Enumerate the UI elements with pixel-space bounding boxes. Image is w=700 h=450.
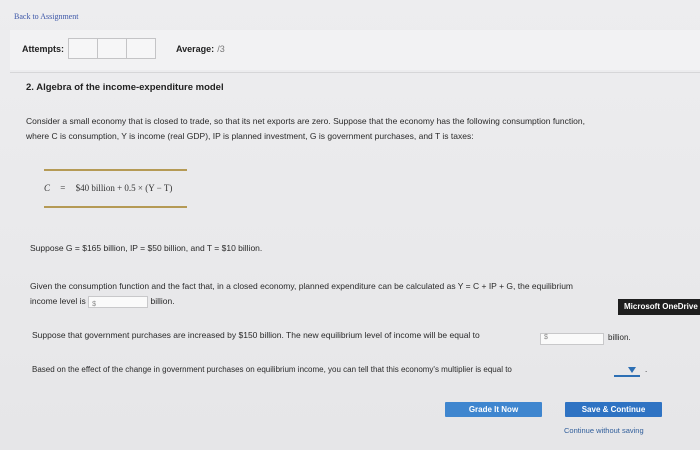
intro-line: Consider a small economy that is closed … (26, 116, 585, 126)
given-line-suffix: billion. (150, 296, 175, 306)
attempt-box (97, 38, 127, 59)
attempt-box (126, 38, 156, 59)
multiplier-dropdown[interactable] (614, 365, 640, 377)
grade-it-now-button[interactable]: Grade It Now (445, 402, 542, 417)
intro-line: where C is consumption, Y is income (rea… (26, 131, 474, 141)
divider (10, 72, 700, 73)
equilibrium-income-input[interactable]: $ (88, 295, 149, 308)
multiplier-question: Based on the effect of the change in gov… (32, 365, 512, 374)
attempts-label: Attempts: (22, 44, 64, 54)
new-income-unit: billion. (608, 333, 631, 342)
equilibrium-question: Given the consumption function and the f… (30, 279, 680, 309)
multiplier-period: . (645, 365, 648, 374)
given-values: Suppose G = $165 billion, IP = $50 billi… (30, 243, 263, 253)
average-label: Average: (176, 44, 215, 54)
given-line-prefix: income level is (30, 296, 86, 306)
continue-without-saving-link[interactable]: Continue without saving (564, 426, 644, 435)
given-line-2: income level is $ billion. (30, 294, 680, 309)
consumption-function: C = $40 billion + 0.5 × (Y − T) (44, 183, 172, 193)
onedrive-notification[interactable]: Microsoft OneDrive (618, 299, 700, 315)
equation-equals: = (60, 183, 66, 193)
average-display: Average:/3 (176, 44, 225, 54)
new-income-input-wrap: $ (540, 330, 604, 348)
question-title: 2. Algebra of the income-expenditure mod… (26, 82, 224, 93)
back-to-assignment-link[interactable]: Back to Assignment (14, 12, 78, 21)
attempt-indicators (68, 38, 156, 59)
average-value: /3 (217, 44, 225, 54)
save-and-continue-button[interactable]: Save & Continue (565, 402, 662, 417)
assignment-page: Back to Assignment Attempts: Average:/3 … (0, 0, 700, 450)
question-intro: Consider a small economy that is closed … (26, 114, 686, 144)
attempt-box (68, 38, 98, 59)
chevron-down-icon (628, 367, 636, 373)
equation-lhs: C (44, 183, 51, 193)
equation-rule-bottom (44, 206, 187, 208)
given-line: Given the consumption function and the f… (30, 281, 574, 291)
new-income-input[interactable]: $ (540, 332, 604, 345)
equation-rhs: $40 billion + 0.5 × (Y − T) (75, 183, 173, 193)
equation-rule-top (44, 169, 187, 171)
